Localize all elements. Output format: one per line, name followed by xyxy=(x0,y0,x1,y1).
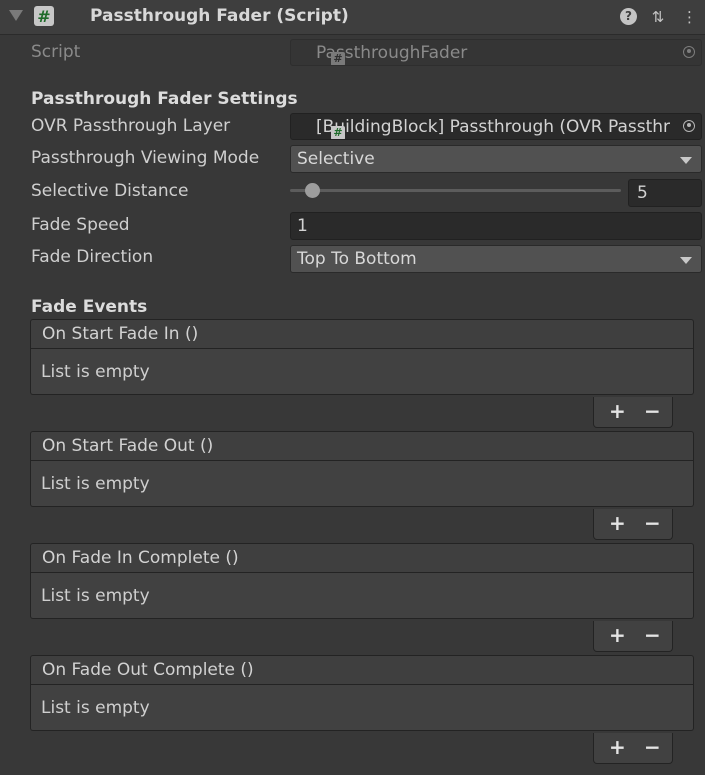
event-header-on-start-fade-in: On Start Fade In () xyxy=(30,319,694,349)
remove-button[interactable]: − xyxy=(644,625,661,645)
viewing-mode-dropdown[interactable]: Selective xyxy=(290,145,702,173)
fade-direction-value: Top To Bottom xyxy=(297,249,417,269)
event-footer: + − xyxy=(593,397,673,428)
selective-distance-slider[interactable] xyxy=(290,189,621,192)
remove-button[interactable]: − xyxy=(644,737,661,757)
add-button[interactable]: + xyxy=(609,625,626,645)
layer-label: OVR Passthrough Layer xyxy=(31,116,231,136)
object-picker-icon[interactable] xyxy=(683,119,695,132)
object-picker-icon xyxy=(683,45,695,58)
selective-distance-label: Selective Distance xyxy=(31,181,189,201)
fade-speed-input[interactable]: 1 xyxy=(290,212,702,240)
event-footer: + − xyxy=(593,621,673,652)
layer-value: [BuildingBlock] Passthrough (OVR Passthr xyxy=(316,116,671,137)
viewing-mode-value: Selective xyxy=(297,149,375,169)
events-header: Fade Events xyxy=(31,297,148,317)
event-footer: + − xyxy=(593,509,673,540)
component-title: Passthrough Fader (Script) xyxy=(90,6,349,26)
add-button[interactable]: + xyxy=(609,737,626,757)
component-icon: # xyxy=(331,125,345,139)
chevron-down-icon xyxy=(680,157,692,164)
remove-button[interactable]: − xyxy=(644,401,661,421)
fade-direction-dropdown[interactable]: Top To Bottom xyxy=(290,245,702,273)
fade-direction-label: Fade Direction xyxy=(31,247,154,267)
chevron-down-icon xyxy=(680,257,692,264)
event-list-empty: List is empty xyxy=(30,349,694,395)
context-menu-icon[interactable]: ⋮ xyxy=(682,8,697,26)
foldout-arrow-icon[interactable] xyxy=(9,10,23,21)
script-file-icon: # xyxy=(331,51,345,65)
event-list-empty: List is empty xyxy=(30,573,694,619)
settings-header: Passthrough Fader Settings xyxy=(31,89,298,109)
remove-button[interactable]: − xyxy=(644,513,661,533)
add-button[interactable]: + xyxy=(609,513,626,533)
event-footer: + − xyxy=(593,733,673,764)
script-object-field: # PassthroughFader xyxy=(290,39,702,66)
selective-distance-input[interactable]: 5 xyxy=(628,179,702,207)
event-header-on-start-fade-out: On Start Fade Out () xyxy=(30,431,694,461)
event-list-empty: List is empty xyxy=(30,685,694,731)
layer-object-field[interactable]: # [BuildingBlock] Passthrough (OVR Passt… xyxy=(290,113,702,140)
event-header-on-fade-out-complete: On Fade Out Complete () xyxy=(30,655,694,685)
event-header-on-fade-in-complete: On Fade In Complete () xyxy=(30,543,694,573)
presets-icon[interactable]: ⇅ xyxy=(649,8,667,26)
viewing-mode-label: Passthrough Viewing Mode xyxy=(31,148,260,168)
script-icon: # xyxy=(34,6,54,26)
event-list-empty: List is empty xyxy=(30,461,694,507)
slider-handle[interactable] xyxy=(305,183,320,198)
fade-speed-label: Fade Speed xyxy=(31,215,130,235)
help-icon[interactable]: ? xyxy=(620,8,637,25)
script-label: Script xyxy=(31,42,81,62)
add-button[interactable]: + xyxy=(609,401,626,421)
